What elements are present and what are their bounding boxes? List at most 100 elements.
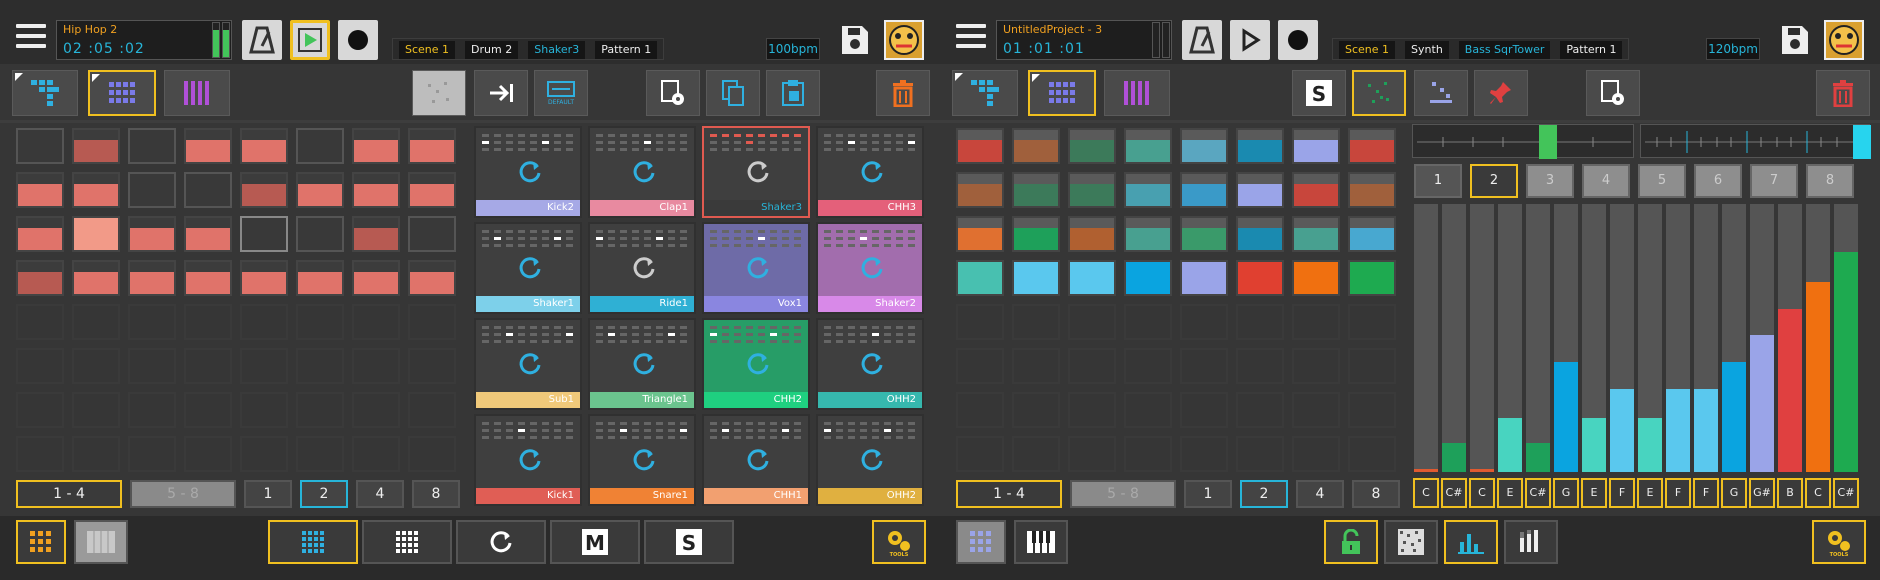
metronome-button[interactable] — [242, 20, 282, 60]
empty-slot[interactable] — [128, 348, 176, 384]
empty-slot[interactable] — [408, 392, 456, 428]
page-1-4-button[interactable]: 1 - 4 — [956, 480, 1062, 508]
empty-slot[interactable] — [240, 304, 288, 340]
empty-slot[interactable] — [128, 392, 176, 428]
save-button[interactable] — [1780, 24, 1810, 56]
step-number-button[interactable]: 6 — [1694, 164, 1742, 198]
menu-icon[interactable] — [16, 24, 46, 48]
empty-slot[interactable] — [1068, 436, 1116, 472]
velocity-bar[interactable] — [1582, 204, 1606, 472]
drum-pad[interactable]: Ride1 — [588, 222, 696, 314]
drum-pad[interactable]: Kick1 — [474, 414, 582, 506]
note-button[interactable]: F — [1665, 478, 1691, 508]
copy-settings-button[interactable] — [646, 70, 700, 116]
zoom-2-button[interactable]: 2 — [1240, 480, 1288, 508]
clip-slot[interactable] — [16, 128, 64, 164]
note-button[interactable]: C# — [1525, 478, 1551, 508]
note-button[interactable]: F — [1609, 478, 1635, 508]
clip-slot[interactable] — [1348, 172, 1396, 208]
velocity-bar[interactable] — [1750, 204, 1774, 472]
clip-slot[interactable] — [1012, 216, 1060, 252]
clip-slot[interactable] — [1236, 172, 1284, 208]
empty-slot[interactable] — [72, 348, 120, 384]
clip-slot[interactable] — [296, 172, 344, 208]
clip-slot[interactable] — [1124, 128, 1172, 164]
clip-slot[interactable] — [408, 172, 456, 208]
clip-slot[interactable] — [184, 216, 232, 252]
empty-slot[interactable] — [408, 436, 456, 472]
clip-slot[interactable] — [956, 260, 1004, 296]
note-button[interactable]: F — [1693, 478, 1719, 508]
clip-slot[interactable] — [956, 128, 1004, 164]
empty-slot[interactable] — [240, 436, 288, 472]
save-button[interactable] — [840, 24, 870, 56]
clip-slot[interactable] — [16, 216, 64, 252]
note-button[interactable]: E — [1637, 478, 1663, 508]
velocity-bar[interactable] — [1414, 204, 1438, 472]
clip-slot[interactable] — [72, 172, 120, 208]
copy-settings-button[interactable] — [1586, 70, 1640, 116]
note-button[interactable]: C# — [1441, 478, 1467, 508]
empty-slot[interactable] — [1012, 392, 1060, 428]
play-button[interactable] — [1230, 20, 1270, 60]
empty-slot[interactable] — [128, 436, 176, 472]
clip-slot[interactable] — [1180, 260, 1228, 296]
empty-slot[interactable] — [1012, 436, 1060, 472]
empty-slot[interactable] — [184, 348, 232, 384]
bpm-display[interactable]: 100bpm — [766, 38, 820, 60]
clip-slot[interactable] — [1012, 172, 1060, 208]
note-button[interactable]: E — [1581, 478, 1607, 508]
empty-slot[interactable] — [1124, 304, 1172, 340]
empty-slot[interactable] — [72, 392, 120, 428]
zoom-2-button[interactable]: 2 — [300, 480, 348, 508]
velocity-bar[interactable] — [1498, 204, 1522, 472]
clip-slot[interactable] — [1236, 216, 1284, 252]
delete-button[interactable] — [1816, 70, 1870, 116]
empty-slot[interactable] — [1068, 348, 1116, 384]
crumb-track[interactable]: Bass SqrTower — [1458, 41, 1551, 59]
empty-slot[interactable] — [1236, 436, 1284, 472]
page-1-4-button[interactable]: 1 - 4 — [16, 480, 122, 508]
clip-slot[interactable] — [1012, 128, 1060, 164]
clip-view-button[interactable] — [12, 70, 78, 116]
copy-button[interactable] — [706, 70, 760, 116]
clip-slot[interactable] — [352, 172, 400, 208]
clip-slot[interactable] — [1292, 216, 1340, 252]
empty-slot[interactable] — [408, 304, 456, 340]
zoom-1-button[interactable]: 1 — [244, 480, 292, 508]
keys-mode-button[interactable] — [74, 520, 128, 564]
clip-slot[interactable] — [408, 128, 456, 164]
drum-pad[interactable]: Vox1 — [702, 222, 810, 314]
empty-slot[interactable] — [352, 392, 400, 428]
crumb-track[interactable]: Shaker3 — [528, 41, 586, 59]
menu-icon[interactable] — [956, 24, 986, 48]
note-button[interactable]: C — [1469, 478, 1495, 508]
drum-pad[interactable]: Clap1 — [588, 126, 696, 218]
drum-pad[interactable]: Shaker3 — [702, 126, 810, 218]
clip-slot[interactable] — [352, 260, 400, 296]
velocity-bar[interactable] — [1470, 204, 1494, 472]
zoom-slider[interactable] — [1640, 124, 1871, 159]
bars-button[interactable] — [1444, 520, 1498, 564]
crumb-instrument[interactable]: Drum 2 — [465, 41, 519, 59]
empty-slot[interactable] — [1124, 348, 1172, 384]
clip-slot[interactable] — [1068, 260, 1116, 296]
metronome-button[interactable] — [1182, 20, 1222, 60]
empty-slot[interactable] — [352, 304, 400, 340]
velocity-bar[interactable] — [1638, 204, 1662, 472]
bpm-display[interactable]: 120bpm — [1706, 38, 1760, 60]
drum-pad[interactable]: CHH2 — [702, 318, 810, 410]
empty-slot[interactable] — [72, 436, 120, 472]
pad-view-button[interactable] — [1028, 70, 1096, 116]
empty-slot[interactable] — [1180, 392, 1228, 428]
note-button[interactable]: G — [1721, 478, 1747, 508]
clip-slot[interactable] — [1292, 172, 1340, 208]
page-5-8-button[interactable]: 5 - 8 — [130, 480, 236, 508]
clip-slot[interactable] — [240, 260, 288, 296]
scroll-slider[interactable] — [1412, 124, 1634, 159]
drum-pad[interactable]: OHH2 — [816, 318, 924, 410]
step-grid-button[interactable] — [268, 520, 358, 564]
empty-slot[interactable] — [296, 348, 344, 384]
clip-slot[interactable] — [128, 260, 176, 296]
crumb-scene[interactable]: Scene 1 — [399, 41, 456, 59]
